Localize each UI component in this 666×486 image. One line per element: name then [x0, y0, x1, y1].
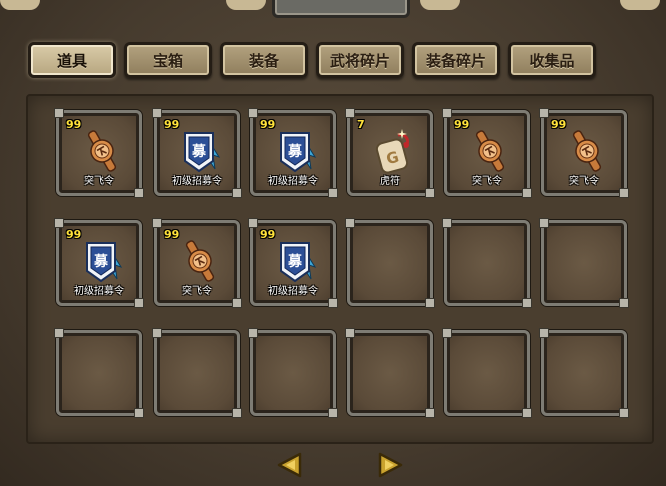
tab-equipment[interactable]: 装备: [220, 42, 308, 78]
item-count: 99: [164, 228, 180, 241]
empty-inventory-slot[interactable]: [539, 328, 629, 418]
item-name: 初级招募令: [74, 286, 124, 297]
item-name: 虎符: [380, 176, 400, 187]
recruit-order-icon: 募: [280, 132, 317, 173]
tab-collectibles[interactable]: 收集品: [508, 42, 596, 78]
item-count: 99: [66, 118, 82, 131]
svg-text:募: 募: [287, 253, 303, 270]
item-count: 99: [454, 118, 470, 131]
tab-props[interactable]: 道具: [28, 42, 116, 78]
top-left-ornament: [0, 0, 40, 10]
item-count: 99: [551, 118, 567, 131]
recruit-order-icon: 募: [280, 242, 317, 283]
tab-general-shards[interactable]: 武将碎片: [316, 42, 404, 78]
category-tabs: 道具 宝箱 装备 武将碎片 装备碎片 收集品: [28, 42, 596, 78]
tab-chests[interactable]: 宝箱: [124, 42, 212, 78]
item-name: 初级招募令: [172, 176, 222, 187]
token-icon: [87, 130, 117, 172]
inventory-slot[interactable]: 99 突飞令: [152, 218, 242, 308]
inventory-slot[interactable]: 募 99 初级招募令: [248, 218, 338, 308]
top-ornament: [420, 0, 460, 10]
next-page-button[interactable]: [378, 452, 404, 478]
item-name: 突飞令: [182, 286, 212, 297]
item-count: 99: [66, 228, 82, 241]
item-name: 突飞令: [84, 176, 114, 187]
inventory-slot[interactable]: 募 99 初级招募令: [248, 108, 338, 198]
top-ornament: [226, 0, 266, 10]
recruit-order-icon: 募: [86, 242, 123, 283]
item-name: 突飞令: [569, 176, 599, 187]
inventory-slot[interactable]: 募 99 初级招募令: [152, 108, 242, 198]
svg-text:募: 募: [287, 143, 303, 160]
token-icon: [475, 130, 505, 172]
inventory-slot[interactable]: 募 99 初级招募令: [54, 218, 144, 308]
inventory-slot[interactable]: 99 突飞令: [442, 108, 532, 198]
svg-text:募: 募: [191, 143, 207, 160]
inventory-window: 道具 宝箱 装备 武将碎片 装备碎片 收集品 99 突飞令募 99 初级招募令募 99 初…: [0, 0, 666, 486]
inventory-slot[interactable]: 99 突飞令: [539, 108, 629, 198]
svg-text:募: 募: [93, 253, 109, 270]
tab-equipment-shards[interactable]: 装备碎片: [412, 42, 500, 78]
empty-inventory-slot[interactable]: [345, 328, 435, 418]
prev-page-button[interactable]: [276, 452, 302, 478]
recruit-order-icon: 募: [184, 132, 221, 173]
window-title-plate: [272, 0, 410, 18]
tiger-tally-icon: G: [375, 129, 410, 174]
item-name: 初级招募令: [268, 286, 318, 297]
token-icon: [185, 240, 215, 282]
token-icon: [572, 130, 602, 172]
item-count: 99: [260, 228, 276, 241]
empty-inventory-slot[interactable]: [442, 328, 532, 418]
item-count: 7: [357, 118, 365, 131]
empty-inventory-slot[interactable]: [54, 328, 144, 418]
empty-inventory-slot[interactable]: [152, 328, 242, 418]
empty-inventory-slot[interactable]: [539, 218, 629, 308]
item-name: 突飞令: [472, 176, 502, 187]
empty-inventory-slot[interactable]: [345, 218, 435, 308]
empty-inventory-slot[interactable]: [248, 328, 338, 418]
item-count: 99: [260, 118, 276, 131]
top-right-ornament: [620, 0, 660, 10]
inventory-slot[interactable]: 99 突飞令: [54, 108, 144, 198]
inventory-slot[interactable]: G 7 虎符: [345, 108, 435, 198]
empty-inventory-slot[interactable]: [442, 218, 532, 308]
item-name: 初级招募令: [268, 176, 318, 187]
item-count: 99: [164, 118, 180, 131]
